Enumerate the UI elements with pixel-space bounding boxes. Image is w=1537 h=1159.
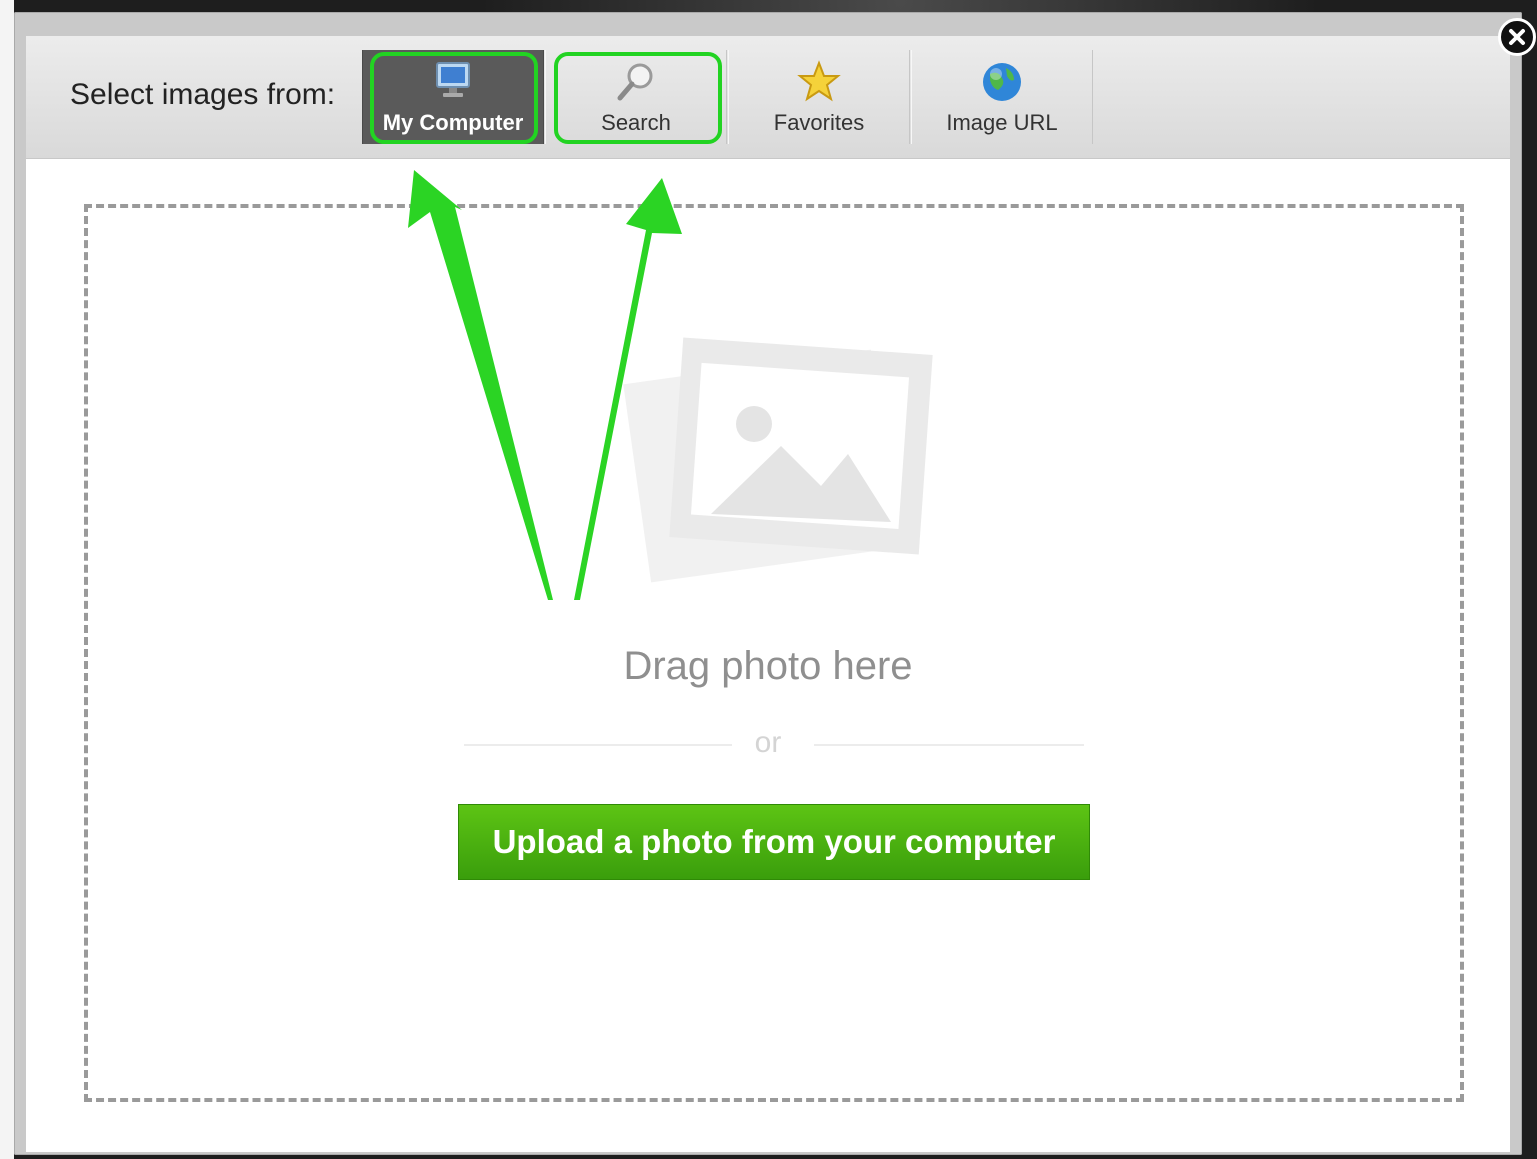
- globe-icon: [980, 60, 1024, 109]
- page-edge: [0, 0, 14, 1159]
- highlight-my-computer: [370, 52, 538, 144]
- toolbar-label: Select images from:: [70, 78, 336, 111]
- close-button[interactable]: [1498, 18, 1536, 56]
- close-icon: [1501, 29, 1533, 57]
- image-picker-dialog: Select images from: My Computer Search F…: [14, 12, 1522, 1155]
- tab-label: Favorites: [773, 110, 865, 135]
- dialog-body: Select images from: My Computer Search F…: [26, 36, 1510, 1152]
- tab-favorites[interactable]: Favorites: [728, 50, 910, 144]
- highlight-search: [554, 52, 722, 144]
- or-separator: or: [754, 726, 782, 759]
- photo-placeholder-icon: [616, 336, 936, 601]
- source-toolbar: Select images from: My Computer Search F…: [26, 36, 1510, 159]
- drag-photo-text: Drag photo here: [623, 644, 913, 688]
- star-icon: [797, 60, 841, 109]
- upload-photo-button[interactable]: Upload a photo from your computer: [458, 804, 1090, 880]
- tab-image-url[interactable]: Image URL: [911, 50, 1093, 144]
- tab-label: Image URL: [946, 110, 1058, 135]
